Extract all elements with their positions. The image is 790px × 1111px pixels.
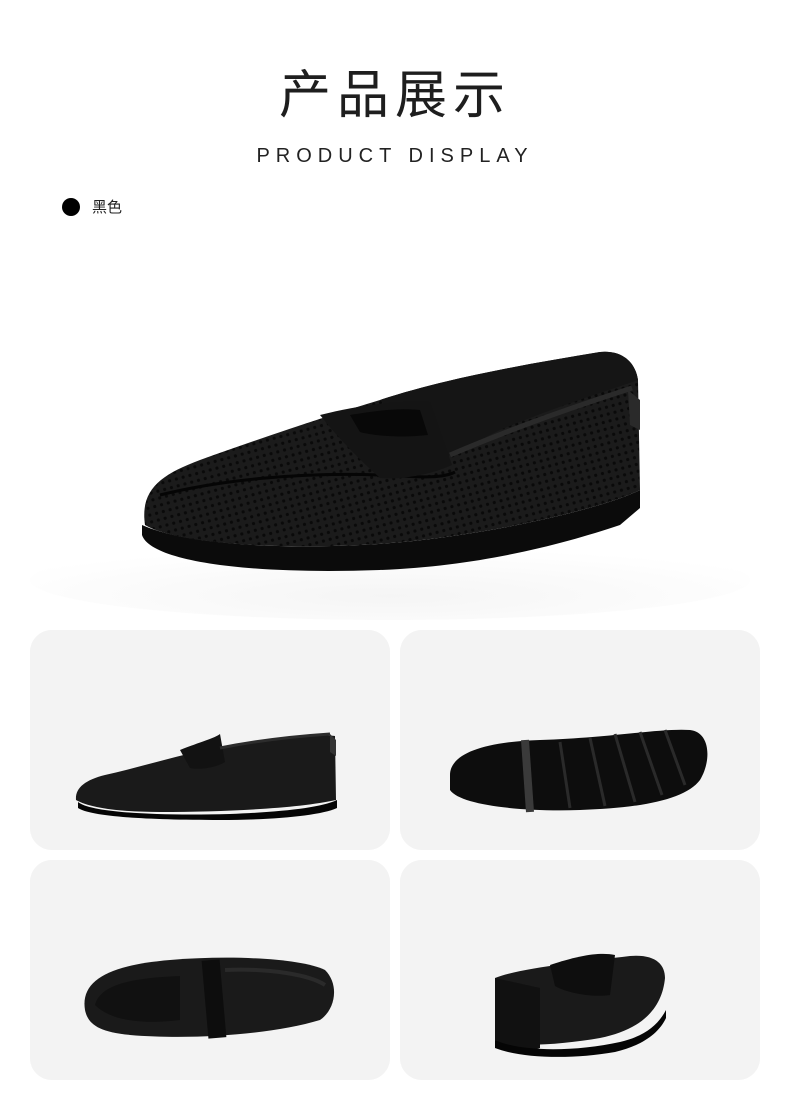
product-image-outsole-view: [400, 630, 760, 850]
hero-product-image: [0, 240, 790, 620]
product-image-rear-view: [400, 860, 760, 1080]
product-image-side-view: [30, 630, 390, 850]
color-label: 黑色: [92, 198, 123, 216]
page-subtitle: PRODUCT DISPLAY: [256, 145, 534, 167]
color-option[interactable]: 黑色: [62, 196, 122, 217]
product-image-top-view: [30, 860, 390, 1080]
page-title: 产品展示: [278, 66, 511, 126]
color-swatch: [62, 197, 80, 216]
